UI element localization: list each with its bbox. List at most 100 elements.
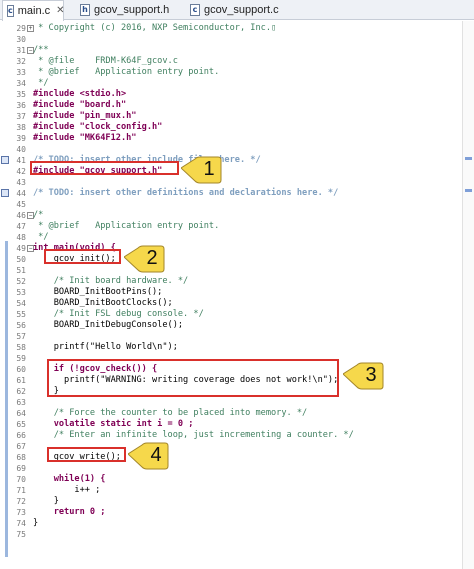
code-line[interactable]: 40 — [0, 144, 462, 155]
code-text: */ — [33, 232, 49, 242]
line-number: 45 — [16, 200, 26, 209]
tab-gcov-support-c[interactable]: c gcov_support.c — [186, 0, 286, 20]
callout-number: 3 — [365, 364, 377, 386]
code-text: BOARD_InitBootPins(); — [33, 287, 163, 297]
code-line[interactable]: 46−/* — [0, 210, 462, 221]
code-line[interactable]: 54 BOARD_InitBootClocks(); — [0, 298, 462, 309]
line-number: 39 — [16, 134, 26, 143]
line-number: 42 — [16, 167, 26, 176]
code-text: /* — [33, 210, 44, 220]
code-editor[interactable]: 29 + * Copyright (c) 2016, NXP Semiconduc… — [0, 21, 474, 569]
line-number: 38 — [16, 123, 26, 132]
line-number: 61 — [16, 376, 26, 385]
highlight-box-2 — [44, 249, 121, 264]
code-line[interactable]: 34 */ — [0, 78, 462, 89]
code-line[interactable]: 69 — [0, 463, 462, 474]
code-line[interactable]: 43 — [0, 177, 462, 188]
code-line[interactable]: 56 BOARD_InitDebugConsole(); — [0, 320, 462, 331]
line-number: 74 — [16, 519, 26, 528]
line-number: 33 — [16, 68, 26, 77]
code-line[interactable]: 55 /* Init FSL debug console. */ — [0, 309, 462, 320]
line-number: 60 — [16, 365, 26, 374]
close-icon[interactable]: ✕ — [56, 1, 64, 21]
tab-main-c[interactable]: c main.c ✕ — [2, 0, 65, 21]
line-number: 32 — [16, 57, 26, 66]
code-line[interactable]: 53 BOARD_InitBootPins(); — [0, 287, 462, 298]
code-line[interactable]: 70 while(1) { — [0, 474, 462, 485]
code-line[interactable]: 36 #include "board.h" — [0, 100, 462, 111]
code-line[interactable]: 32 * @file FRDM-K64F_gcov.c — [0, 56, 462, 67]
code-line[interactable]: 38 #include "clock_config.h" — [0, 122, 462, 133]
code-line[interactable]: 30 — [0, 34, 462, 45]
code-line[interactable]: 65 volatile static int i = 0 ; — [0, 419, 462, 430]
code-text: /* TODO: insert other definitions and de… — [33, 188, 339, 198]
code-line[interactable]: 75 — [0, 529, 462, 540]
code-line[interactable]: 29 + * Copyright (c) 2016, NXP Semiconduc… — [0, 23, 462, 34]
code-text: printf("Hello World\n"); — [33, 342, 178, 352]
code-text: #include "MK64F12.h" — [33, 133, 137, 143]
code-text: #include "clock_config.h" — [33, 122, 163, 132]
code-line[interactable]: 57 — [0, 331, 462, 342]
code-text: while(1) { — [33, 474, 106, 484]
line-number: 43 — [16, 178, 26, 187]
code-line[interactable]: 72 } — [0, 496, 462, 507]
code-line[interactable]: 52 /* Init board hardware. */ — [0, 276, 462, 287]
code-line[interactable]: 58 printf("Hello World\n"); — [0, 342, 462, 353]
code-line[interactable]: 33 * @brief Application entry point. — [0, 67, 462, 78]
line-number: 56 — [16, 321, 26, 330]
task-marker[interactable] — [465, 189, 472, 192]
code-line[interactable]: 73 return 0 ; — [0, 507, 462, 518]
code-text: */ — [33, 78, 49, 88]
line-number: 47 — [16, 222, 26, 231]
highlight-box-4 — [47, 447, 126, 462]
overview-ruler[interactable] — [462, 21, 474, 569]
code-line[interactable]: 31−/** — [0, 45, 462, 56]
tab-label: gcov_support.c — [204, 4, 279, 16]
code-line[interactable]: 47 * @brief Application entry point. — [0, 221, 462, 232]
task-marker[interactable] — [465, 157, 472, 160]
code-line[interactable]: 39 #include "MK64F12.h" — [0, 133, 462, 144]
code-line[interactable]: 44 /* TODO: insert other definitions and … — [0, 188, 462, 199]
code-line[interactable]: 63 — [0, 397, 462, 408]
code-text: * @brief Application entry point. — [33, 67, 220, 77]
line-number: 64 — [16, 409, 26, 418]
code-text: /* Enter an infinite loop, just incremen… — [33, 430, 354, 440]
task-icon[interactable] — [1, 189, 9, 197]
line-number: 37 — [16, 112, 26, 121]
line-number: 70 — [16, 475, 26, 484]
code-line[interactable]: 37 #include "pin_mux.h" — [0, 111, 462, 122]
code-text: /* Init board hardware. */ — [33, 276, 189, 286]
tab-gcov-support-h[interactable]: h gcov_support.h — [76, 0, 176, 20]
line-number: 31 — [16, 46, 26, 55]
line-number: 53 — [16, 288, 26, 297]
code-line[interactable]: 64 /* Force the counter to be placed int… — [0, 408, 462, 419]
task-icon[interactable] — [1, 156, 9, 164]
callout-number: 2 — [146, 247, 158, 269]
line-number: 59 — [16, 354, 26, 363]
c-file-icon: c — [7, 5, 14, 17]
code-line[interactable]: 66 /* Enter an infinite loop, just incre… — [0, 430, 462, 441]
line-number: 29 — [16, 24, 26, 33]
code-line[interactable]: 35 #include <stdio.h> — [0, 89, 462, 100]
tab-label: gcov_support.h — [94, 4, 170, 16]
code-line[interactable]: 51 — [0, 265, 462, 276]
code-text: } — [33, 518, 39, 528]
line-number: 72 — [16, 497, 26, 506]
code-line[interactable]: 71 i++ ; — [0, 485, 462, 496]
code-line[interactable]: 45 — [0, 199, 462, 210]
tab-label: main.c — [17, 5, 51, 17]
code-text: * @brief Application entry point. — [33, 221, 220, 231]
highlight-box-3 — [47, 359, 339, 397]
code-text: * @file FRDM-K64F_gcov.c — [33, 56, 178, 66]
code-text: #include "board.h" — [33, 100, 127, 110]
line-number: 65 — [16, 420, 26, 429]
code-line[interactable]: 74} — [0, 518, 462, 529]
callout-number: 4 — [150, 444, 162, 466]
code-text: } — [33, 496, 59, 506]
code-line[interactable]: 48 */ — [0, 232, 462, 243]
line-number: 71 — [16, 486, 26, 495]
